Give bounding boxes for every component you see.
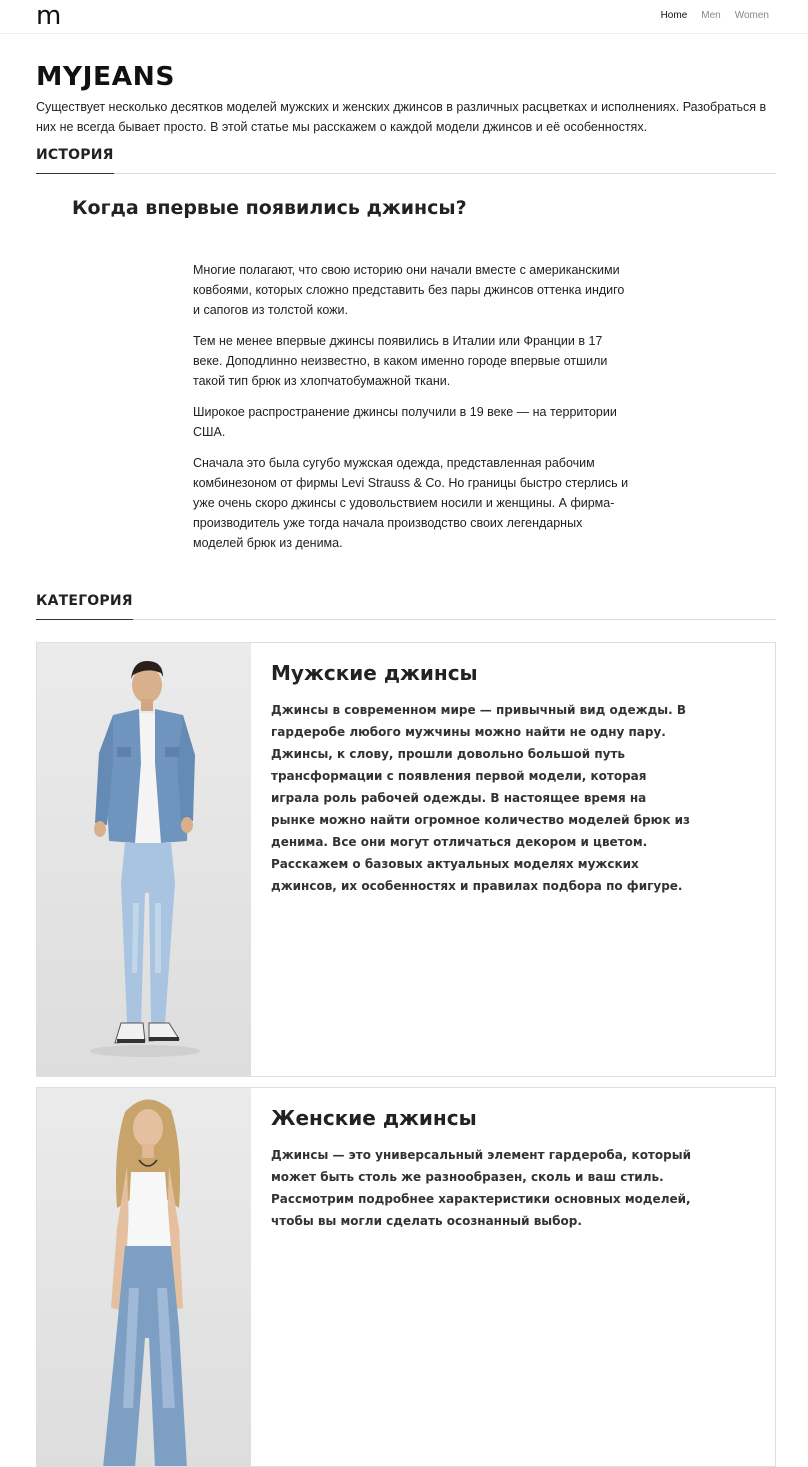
category-card-women[interactable]: Женские джинсы Джинсы — это универсальны… bbox=[36, 1087, 776, 1467]
women-card-content: Женские джинсы Джинсы — это универсальны… bbox=[271, 1106, 691, 1232]
women-model-photo bbox=[37, 1088, 251, 1466]
history-paragraph: Многие полагают, что свою историю они на… bbox=[193, 263, 625, 317]
history-paragraph: Тем не менее впервые джинсы появились в … bbox=[193, 334, 608, 388]
women-card-title[interactable]: Женские джинсы bbox=[271, 1106, 691, 1130]
nav-link-men[interactable]: Men bbox=[701, 10, 720, 21]
category-heading: КАТЕГОРИЯ bbox=[36, 593, 133, 620]
brand-logo-link[interactable]: m bbox=[36, 2, 61, 30]
history-question: Когда впервые появились джинсы? bbox=[72, 197, 467, 219]
history-heading: ИСТОРИЯ bbox=[36, 147, 114, 174]
navbar: m Home Men Women bbox=[0, 0, 808, 34]
main-nav: Home Men Women bbox=[661, 10, 769, 21]
nav-link-women[interactable]: Women bbox=[735, 10, 769, 21]
intro-text: Существует несколько десятков моделей му… bbox=[36, 100, 767, 134]
men-card-text: Джинсы в современном мире — привычный ви… bbox=[271, 703, 691, 893]
history-article: Многие полагают, что свою историю они на… bbox=[193, 260, 633, 564]
women-card-text: Джинсы — это универсальный элемент гарде… bbox=[271, 1148, 691, 1228]
men-card-content: Мужские джинсы Джинсы в современном мире… bbox=[271, 661, 691, 897]
history-paragraph: Сначала это была сугубо мужская одежда, … bbox=[193, 456, 629, 550]
history-section-header: ИСТОРИЯ bbox=[36, 146, 776, 174]
men-model-photo bbox=[37, 643, 251, 1076]
category-section-header: КАТЕГОРИЯ bbox=[36, 592, 776, 620]
history-paragraph: Широкое распространение джинсы получили … bbox=[193, 405, 617, 439]
men-card-title[interactable]: Мужские джинсы bbox=[271, 661, 691, 685]
site-logo: MYJEANS bbox=[36, 62, 175, 92]
category-card-men[interactable]: Мужские джинсы Джинсы в современном мире… bbox=[36, 642, 776, 1077]
nav-link-home[interactable]: Home bbox=[661, 10, 688, 21]
